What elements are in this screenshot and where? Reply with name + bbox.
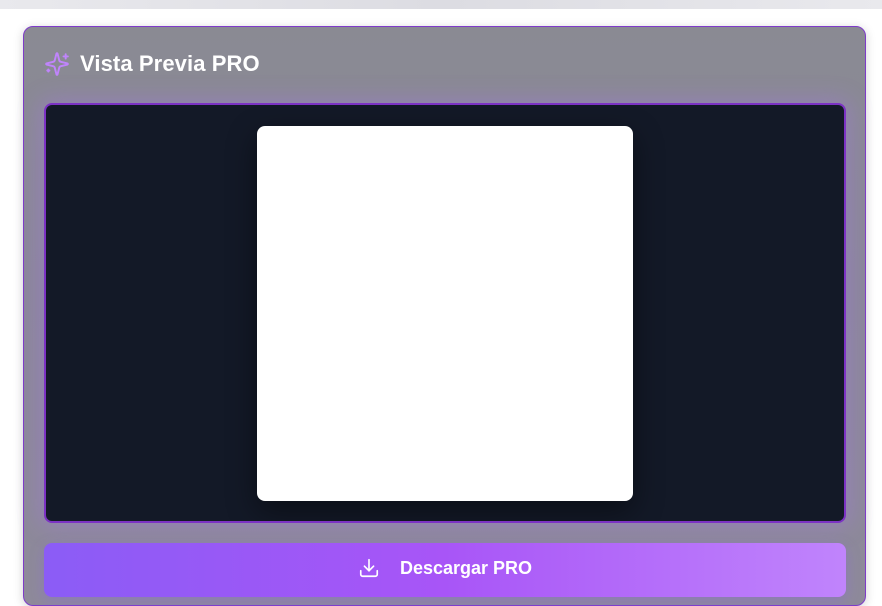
panel-header: Vista Previa PRO (44, 51, 260, 77)
download-icon (359, 558, 379, 578)
download-pro-button[interactable]: Descargar PRO (44, 543, 846, 597)
preview-canvas[interactable] (257, 126, 633, 501)
top-scroll-strip (0, 0, 882, 9)
sparkles-icon (45, 52, 69, 76)
preview-canvas-area (44, 103, 846, 523)
preview-panel: Vista Previa PRO Descargar PRO (23, 26, 866, 606)
panel-title: Vista Previa PRO (80, 51, 260, 76)
download-button-label: Descargar PRO (399, 557, 533, 578)
